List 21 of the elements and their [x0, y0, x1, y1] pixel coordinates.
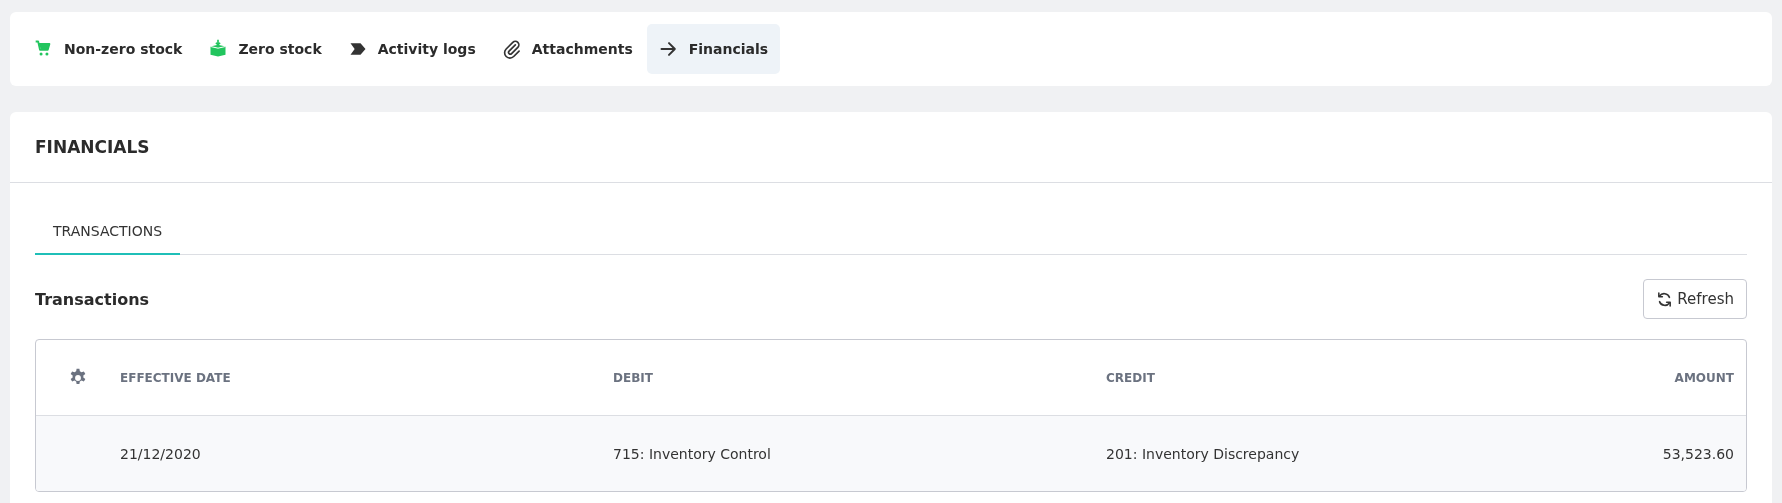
nav-tab[interactable]: Zero stock	[196, 24, 334, 74]
section-title: Transactions	[35, 289, 150, 309]
column-header: CREDIT	[1106, 370, 1156, 385]
arrow-icon	[658, 39, 679, 59]
panel-title: FINANCIALS	[35, 137, 150, 157]
nav-tab[interactable]: Attachments	[489, 24, 645, 74]
table-cell-text: 715: Inventory Control	[613, 445, 772, 462]
table-cell-text: 21/12/2020	[120, 445, 202, 462]
column-header: DEBIT	[613, 370, 654, 385]
column-header: AMOUNT	[1673, 370, 1735, 385]
nav-tab[interactable]: Financials	[646, 24, 781, 74]
section-tab[interactable]: TRANSACTIONS	[35, 213, 181, 255]
paperclip-icon	[501, 39, 522, 59]
nav-tab[interactable]: Non-zero stock	[22, 24, 195, 74]
table-cell-text: 53,523.60	[1661, 445, 1735, 462]
refresh-icon	[1656, 290, 1674, 308]
refresh-button[interactable]: Refresh	[1643, 279, 1747, 319]
box-icon	[208, 39, 229, 59]
nav-tab[interactable]: Activity logs	[335, 24, 488, 74]
table-cell-text: 201: Inventory Discrepancy	[1106, 445, 1301, 462]
column-header: EFFECTIVE DATE	[120, 370, 232, 385]
